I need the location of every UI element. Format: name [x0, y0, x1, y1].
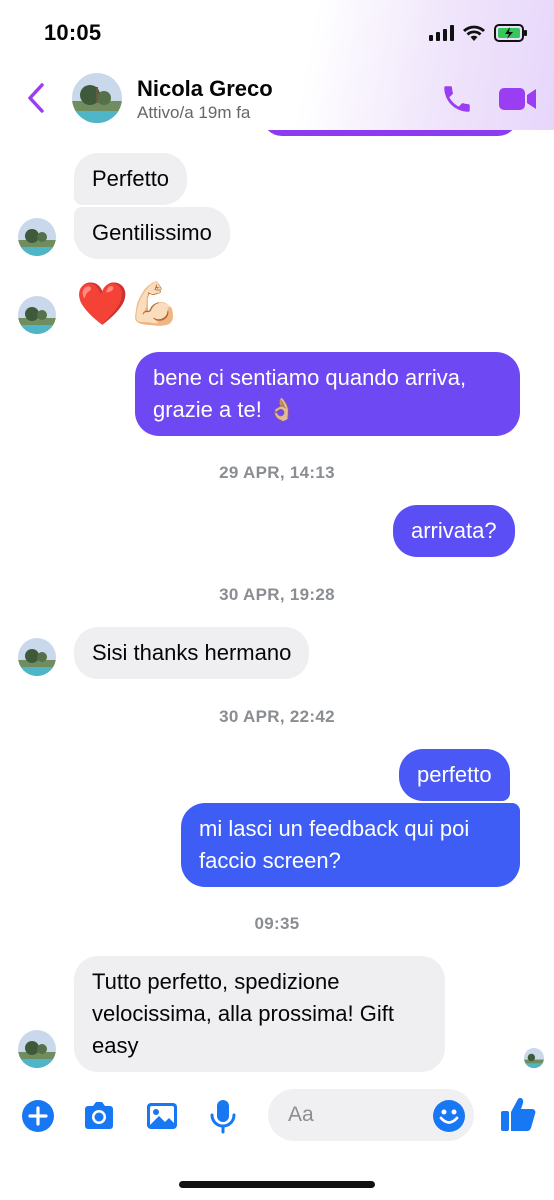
smiley-icon [433, 1100, 465, 1132]
message-text: bene ci sentiamo quando arriva, grazie a… [153, 365, 467, 422]
outgoing-message[interactable]: mi lasci un feedback qui poi faccio scre… [181, 803, 520, 887]
more-actions-button[interactable] [20, 1098, 56, 1134]
contact-avatar[interactable] [18, 638, 56, 676]
message-text: mi lasci un feedback qui poi faccio scre… [199, 816, 470, 873]
status-bar: 10:05 [0, 0, 554, 66]
message-text: Gentilissimo [92, 220, 212, 245]
date-separator: 30 APR, 22:42 [219, 707, 335, 726]
camera-button[interactable] [81, 1098, 117, 1134]
message-input[interactable] [288, 1099, 438, 1131]
home-indicator [179, 1181, 375, 1188]
status-time: 10:05 [44, 20, 102, 45]
message-text: Perfetto [92, 166, 170, 191]
video-call-button[interactable] [498, 84, 538, 114]
contact-avatar[interactable] [18, 296, 56, 334]
phone-icon [444, 86, 470, 112]
battery-charging-icon [494, 24, 527, 42]
message-text: Tutto perfetto, spedizione velocissima, … [92, 969, 394, 1058]
chevron-left-icon [28, 83, 44, 113]
like-button[interactable] [498, 1094, 538, 1134]
incoming-emoji-message[interactable]: ❤️💪🏻 [76, 280, 181, 328]
outgoing-message[interactable]: bene ci sentiamo quando arriva, grazie a… [135, 352, 520, 436]
contact-active-status: Attivo/a 19m fa [137, 103, 251, 122]
date-separator: 09:35 [254, 914, 300, 933]
plus-circle-icon [22, 1100, 54, 1132]
outgoing-message[interactable]: perfetto [399, 749, 510, 801]
outgoing-message[interactable]: arrivata? [393, 505, 515, 557]
thumbs-up-icon [501, 1098, 536, 1131]
incoming-message[interactable]: Gentilissimo [74, 207, 230, 259]
conversation-thread[interactable]: Perfetto Gentilissimo ❤️💪🏻 bene ci senti… [0, 0, 554, 1200]
seen-receipt-avatar [524, 1048, 544, 1068]
status-icons [429, 24, 528, 42]
camera-icon [85, 1102, 113, 1129]
voice-message-button[interactable] [205, 1098, 241, 1134]
chat-header: Nicola Greco Attivo/a 19m fa [0, 66, 554, 130]
incoming-message[interactable]: Sisi thanks hermano [74, 627, 310, 679]
contact-avatar[interactable] [18, 218, 56, 256]
contact-name[interactable]: Nicola Greco [137, 76, 273, 102]
top-bar: 10:05 Nicola Greco Attivo/a 19m fa [0, 0, 554, 130]
message-text: perfetto [417, 762, 492, 787]
image-icon [147, 1103, 177, 1129]
message-text: Sisi thanks hermano [92, 640, 292, 665]
gallery-button[interactable] [144, 1098, 180, 1134]
video-camera-icon [499, 88, 536, 110]
date-separator: 29 APR, 14:13 [219, 463, 335, 482]
message-composer [0, 1086, 554, 1146]
microphone-icon [210, 1100, 236, 1134]
incoming-message[interactable]: Perfetto [74, 153, 188, 205]
contact-avatar-large[interactable] [72, 73, 122, 123]
contact-avatar[interactable] [18, 1030, 56, 1068]
cellular-signal-icon [429, 25, 454, 41]
date-separator: 30 APR, 19:28 [219, 585, 335, 604]
message-text: arrivata? [411, 518, 497, 543]
message-input-box[interactable] [268, 1089, 474, 1141]
back-button[interactable] [22, 80, 50, 116]
wifi-icon [463, 25, 485, 41]
voice-call-button[interactable] [440, 82, 474, 116]
emoji-button[interactable] [432, 1099, 466, 1133]
incoming-message[interactable]: Tutto perfetto, spedizione velocissima, … [74, 956, 445, 1072]
